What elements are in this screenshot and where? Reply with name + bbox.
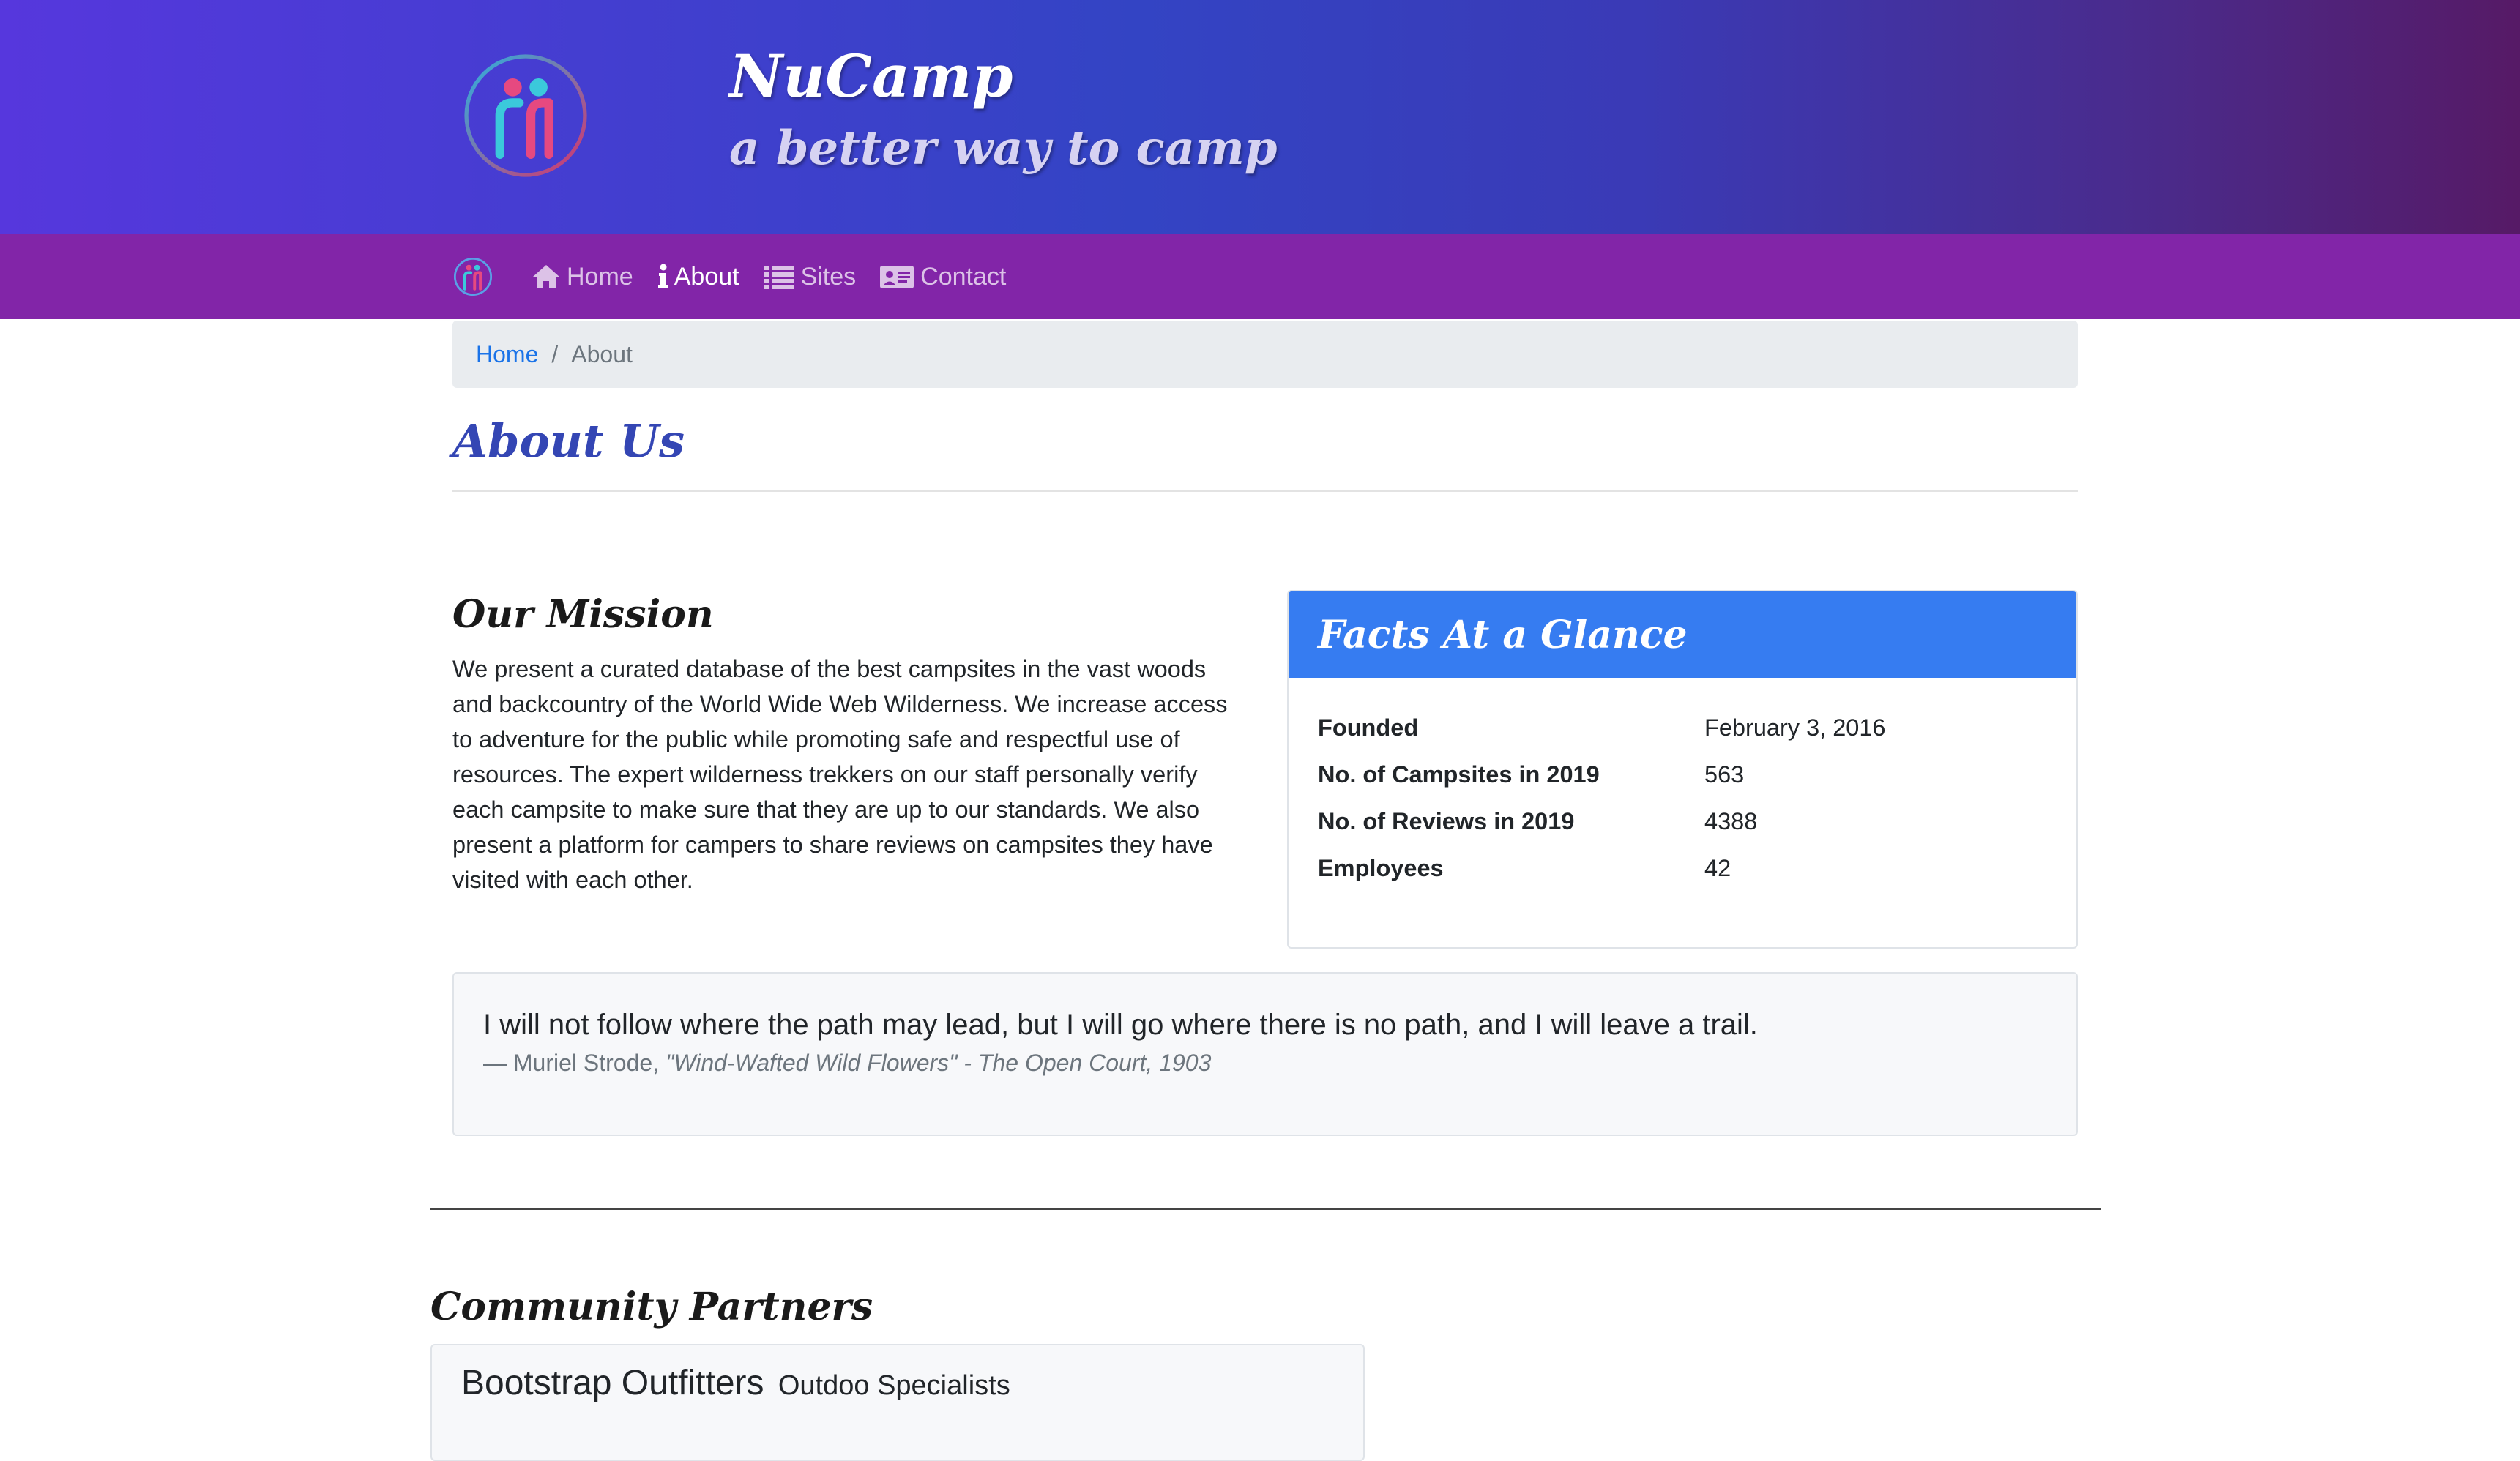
- quote-dash: —: [483, 1050, 507, 1076]
- site-tagline: a better way to camp: [729, 121, 1278, 176]
- quote-text: I will not follow where the path may lea…: [483, 1009, 1758, 1041]
- title-divider: [452, 490, 2078, 492]
- page-title: About Us: [452, 414, 685, 468]
- nav-item-contact[interactable]: Contact: [879, 263, 1006, 291]
- nav-item-label: About: [674, 262, 739, 291]
- main-navbar: Home About Sites Contact: [0, 234, 2520, 319]
- fact-label: No. of Campsites in 2019: [1318, 761, 1600, 788]
- list-icon: [763, 266, 794, 289]
- partners-heading: Community Partners: [430, 1285, 873, 1329]
- section-divider: [430, 1208, 2101, 1210]
- fact-row-reviews: No. of Reviews in 2019 4388: [1318, 798, 2047, 845]
- fact-value: February 3, 2016: [1704, 714, 1886, 741]
- fact-label: No. of Reviews in 2019: [1318, 807, 1575, 834]
- quote-card: I will not follow where the path may lea…: [452, 972, 2078, 1136]
- facts-card: Facts At a Glance Founded February 3, 20…: [1287, 590, 2078, 949]
- facts-card-header: Facts At a Glance: [1289, 591, 2076, 678]
- quote-source: "Wind-Wafted Wild Flowers" - The Open Co…: [665, 1050, 1212, 1076]
- nav-item-label: Sites: [800, 262, 857, 291]
- nucamp-logo-icon: [464, 54, 587, 177]
- partner-subtitle: Outdoo Specialists: [778, 1370, 1010, 1401]
- partner-title: Bootstrap Outfitters Outdoo Specialists: [461, 1360, 1334, 1409]
- nav-item-label: Home: [567, 262, 633, 291]
- nav-logo-icon[interactable]: [452, 256, 493, 297]
- site-title: NuCamp: [729, 42, 1013, 111]
- fact-label: Employees: [1318, 854, 1444, 881]
- nav-item-label: Contact: [920, 262, 1007, 291]
- fact-value: 4388: [1704, 807, 1758, 834]
- facts-list: Founded February 3, 2016 No. of Campsite…: [1289, 678, 2076, 892]
- partner-card: Bootstrap Outfitters Outdoo Specialists: [430, 1344, 1365, 1461]
- quote-author: Muriel Strode,: [512, 1050, 660, 1076]
- fact-row-founded: Founded February 3, 2016: [1318, 704, 2047, 751]
- nav-item-about[interactable]: About: [657, 263, 739, 291]
- facts-card-title: Facts At a Glance: [1318, 612, 1688, 657]
- fact-label: Founded: [1318, 714, 1419, 741]
- partner-name: Bootstrap Outfitters: [461, 1364, 764, 1402]
- breadcrumb: Home / About: [452, 321, 2078, 388]
- fact-row-campsites: No. of Campsites in 2019 563: [1318, 751, 2047, 798]
- mission-heading: Our Mission: [452, 592, 714, 637]
- breadcrumb-separator: /: [551, 340, 559, 367]
- address-card-icon: [880, 266, 914, 288]
- nav-item-sites[interactable]: Sites: [763, 262, 857, 291]
- nav-item-home[interactable]: Home: [532, 263, 633, 291]
- fact-row-employees: Employees 42: [1318, 845, 2047, 892]
- nav-menu: Home About Sites Contact: [532, 234, 1029, 319]
- header-jumbotron: NuCamp a better way to camp: [0, 0, 2520, 234]
- fact-value: 563: [1704, 761, 1745, 788]
- home-icon: [533, 265, 559, 288]
- breadcrumb-current: About: [571, 340, 633, 367]
- mission-text: We present a curated database of the bes…: [452, 656, 1228, 893]
- breadcrumb-home-link[interactable]: Home: [476, 341, 538, 368]
- info-icon: [657, 264, 668, 288]
- fact-value: 42: [1704, 854, 1731, 881]
- quote-footer: — Muriel Strode, "Wind-Wafted Wild Flowe…: [483, 1045, 2047, 1080]
